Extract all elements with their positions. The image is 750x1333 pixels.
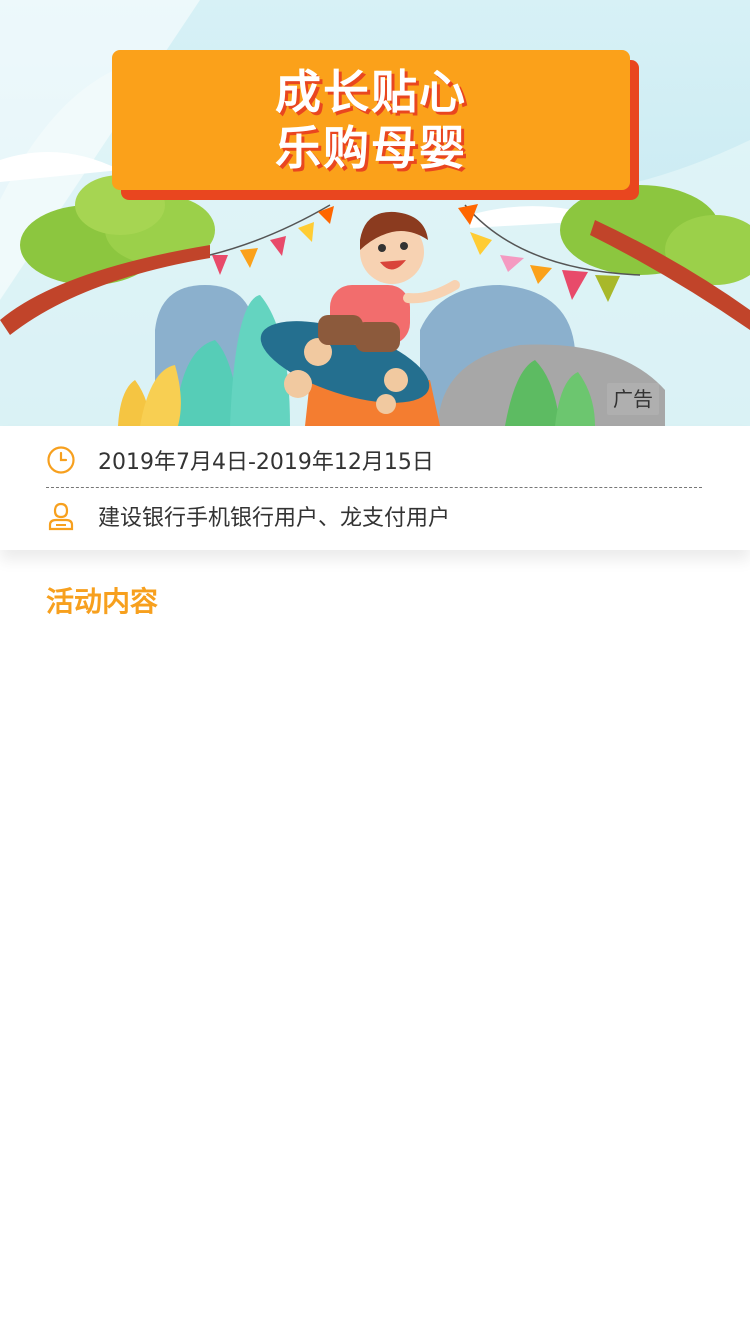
user-icon [46,501,76,531]
banner-title-line1: 成长贴心 [275,65,467,119]
eligible-users-text: 建设银行手机银行用户、龙支付用户 [98,506,451,531]
activity-info-card: 2019年7月4日-2019年12月15日 建设银行手机银行用户、龙支付用户 [0,426,750,550]
promo-banner: 成长贴心 乐购母婴 广告 [0,0,750,426]
clock-icon [46,445,76,475]
activity-date-row: 2019年7月4日-2019年12月15日 [46,432,702,488]
section-title-activity-content: 活动内容 [46,585,159,618]
eligible-users-row: 建设银行手机银行用户、龙支付用户 [46,488,702,544]
banner-title-box: 成长贴心 乐购母婴 [112,50,630,190]
banner-title-line2: 乐购母婴 [275,121,467,175]
activity-date-range: 2019年7月4日-2019年12月15日 [98,449,434,475]
ad-badge: 广告 [607,383,659,415]
